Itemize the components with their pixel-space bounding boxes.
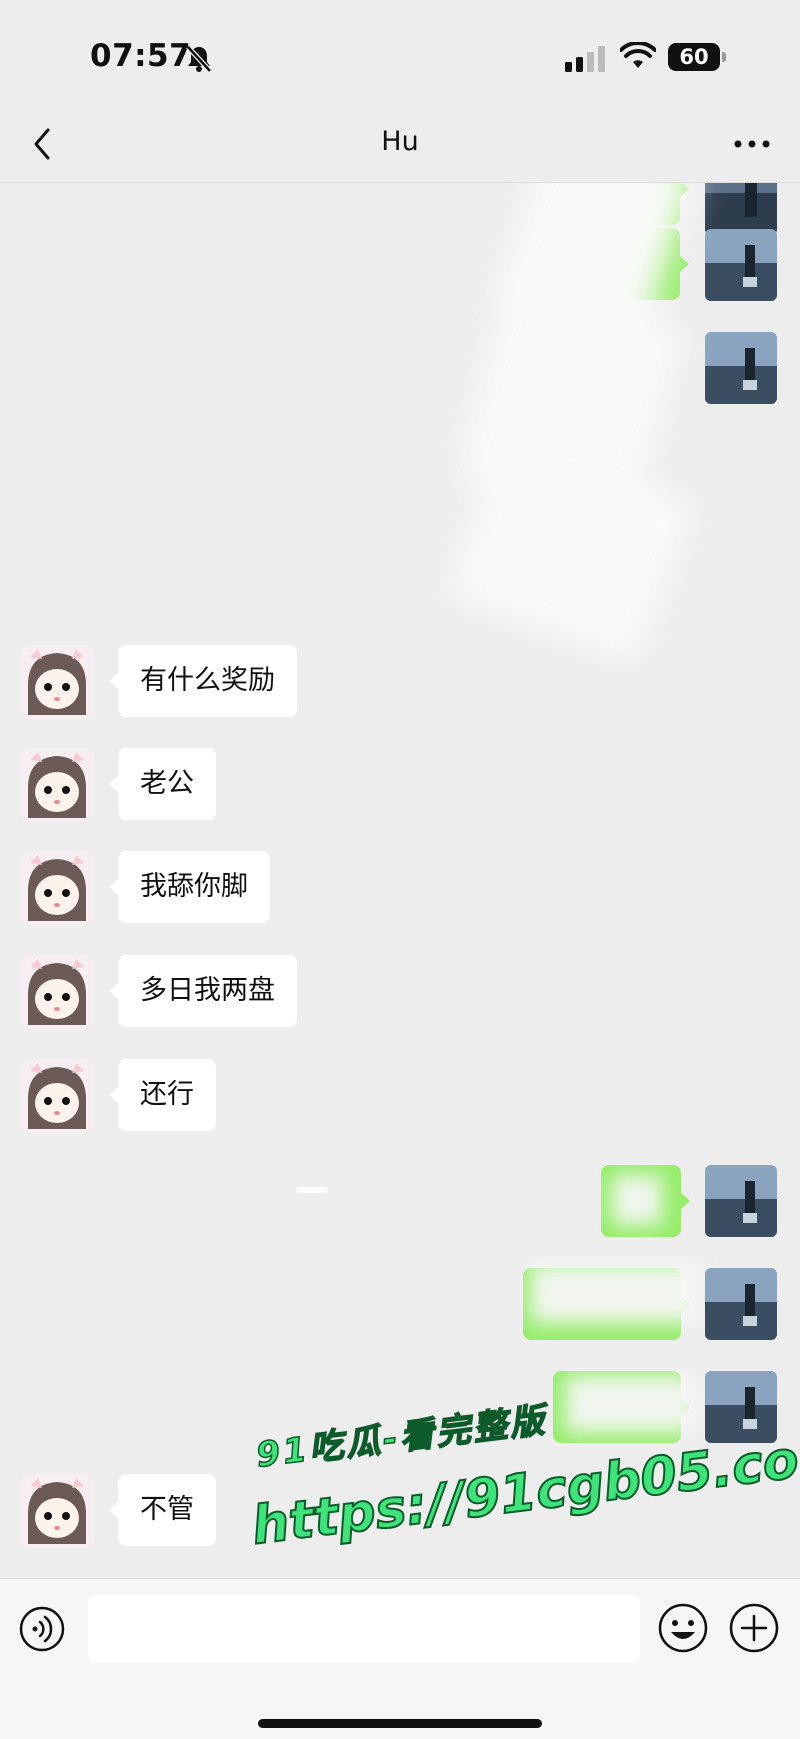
input-bar	[0, 1578, 800, 1739]
incoming-bubble[interactable]: 老公	[109, 748, 216, 820]
chat-area[interactable]: 有什么奖励 老公 我舔你脚 多日我两盘 还行 不管	[0, 183, 800, 1578]
more-dots-icon[interactable]	[730, 128, 774, 160]
incoming-bubble[interactable]: 不管	[109, 1474, 216, 1546]
self-avatar[interactable]	[705, 1371, 777, 1443]
incoming-bubble[interactable]: 还行	[109, 1059, 216, 1131]
bell-slash-icon	[186, 45, 212, 73]
nav-bar: Hu	[0, 110, 800, 183]
self-avatar[interactable]	[705, 229, 777, 301]
scroll-marker	[296, 1187, 328, 1193]
self-avatar[interactable]	[705, 332, 777, 404]
home-indicator	[258, 1719, 542, 1728]
contact-avatar[interactable]	[20, 748, 94, 822]
battery-cap	[722, 52, 726, 62]
incoming-bubble[interactable]: 多日我两盘	[109, 955, 297, 1027]
incoming-bubble[interactable]: 有什么奖励	[109, 645, 297, 717]
contact-avatar[interactable]	[20, 1059, 94, 1133]
cellular-signal-icon	[565, 46, 605, 72]
status-time: 07:57	[90, 38, 192, 74]
self-avatar[interactable]	[705, 1268, 777, 1340]
redaction-overlay	[530, 1263, 700, 1323]
contact-avatar[interactable]	[20, 955, 94, 1029]
emoji-icon[interactable]	[657, 1602, 709, 1654]
plus-icon[interactable]	[728, 1602, 780, 1654]
contact-avatar[interactable]	[20, 851, 94, 925]
battery-level: 60	[679, 45, 709, 69]
message-input[interactable]	[88, 1595, 640, 1663]
redaction-overlay	[612, 1175, 662, 1225]
redaction-overlay	[565, 1375, 695, 1433]
self-avatar[interactable]	[705, 1165, 777, 1237]
page-title: Hu	[381, 126, 419, 157]
status-bar: 07:57 60	[0, 0, 800, 110]
wifi-icon	[620, 42, 656, 68]
self-avatar[interactable]	[705, 183, 777, 235]
voice-icon[interactable]	[18, 1605, 66, 1653]
incoming-bubble[interactable]: 我舔你脚	[109, 851, 270, 923]
contact-avatar[interactable]	[20, 1474, 94, 1548]
battery-icon: 60	[668, 43, 720, 71]
contact-avatar[interactable]	[20, 645, 94, 719]
